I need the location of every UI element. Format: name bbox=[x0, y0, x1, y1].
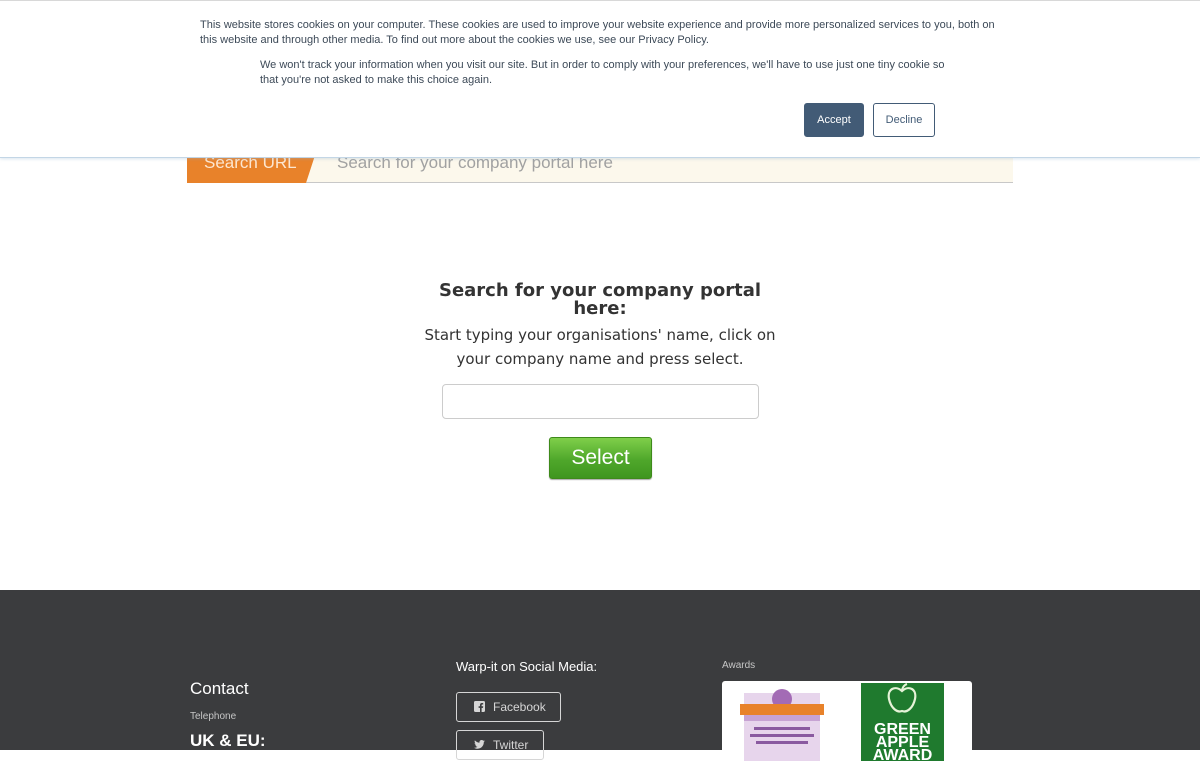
facebook-button[interactable]: Facebook bbox=[456, 692, 561, 722]
apple-icon bbox=[887, 683, 917, 713]
select-button[interactable]: Select bbox=[549, 437, 652, 479]
region-label: UK & EU: bbox=[190, 731, 266, 750]
social-heading: Warp-it on Social Media: bbox=[456, 659, 598, 674]
awards-label: Awards bbox=[722, 660, 756, 671]
contact-heading: Contact bbox=[190, 679, 249, 698]
search-heading: Search for your company portal here: bbox=[438, 280, 762, 319]
green-apple-award-badge: GREEN APPLE AWARD bbox=[861, 683, 944, 761]
company-search-input[interactable] bbox=[442, 384, 759, 419]
footer: Contact Telephone UK & EU: Warp-it on So… bbox=[0, 590, 1200, 761]
awards-panel: GREEN APPLE AWARD bbox=[722, 681, 972, 761]
cookie-banner: This website stores cookies on your comp… bbox=[0, 0, 1200, 158]
twitter-icon bbox=[474, 740, 485, 749]
telephone-label: Telephone bbox=[190, 711, 237, 722]
accept-cookies-button[interactable]: Accept bbox=[804, 103, 864, 137]
facebook-label: Facebook bbox=[493, 700, 546, 714]
twitter-button[interactable]: Twitter bbox=[456, 730, 544, 760]
search-instructions: Start typing your organisations' name, c… bbox=[424, 326, 776, 368]
green-apple-line-3: AWARD bbox=[872, 747, 933, 761]
cookie-notice-text: This website stores cookies on your comp… bbox=[200, 19, 995, 46]
decline-cookies-button[interactable]: Decline bbox=[873, 103, 935, 137]
cookie-tracking-text: We won't track your information when you… bbox=[260, 59, 945, 86]
facebook-icon bbox=[474, 701, 485, 712]
